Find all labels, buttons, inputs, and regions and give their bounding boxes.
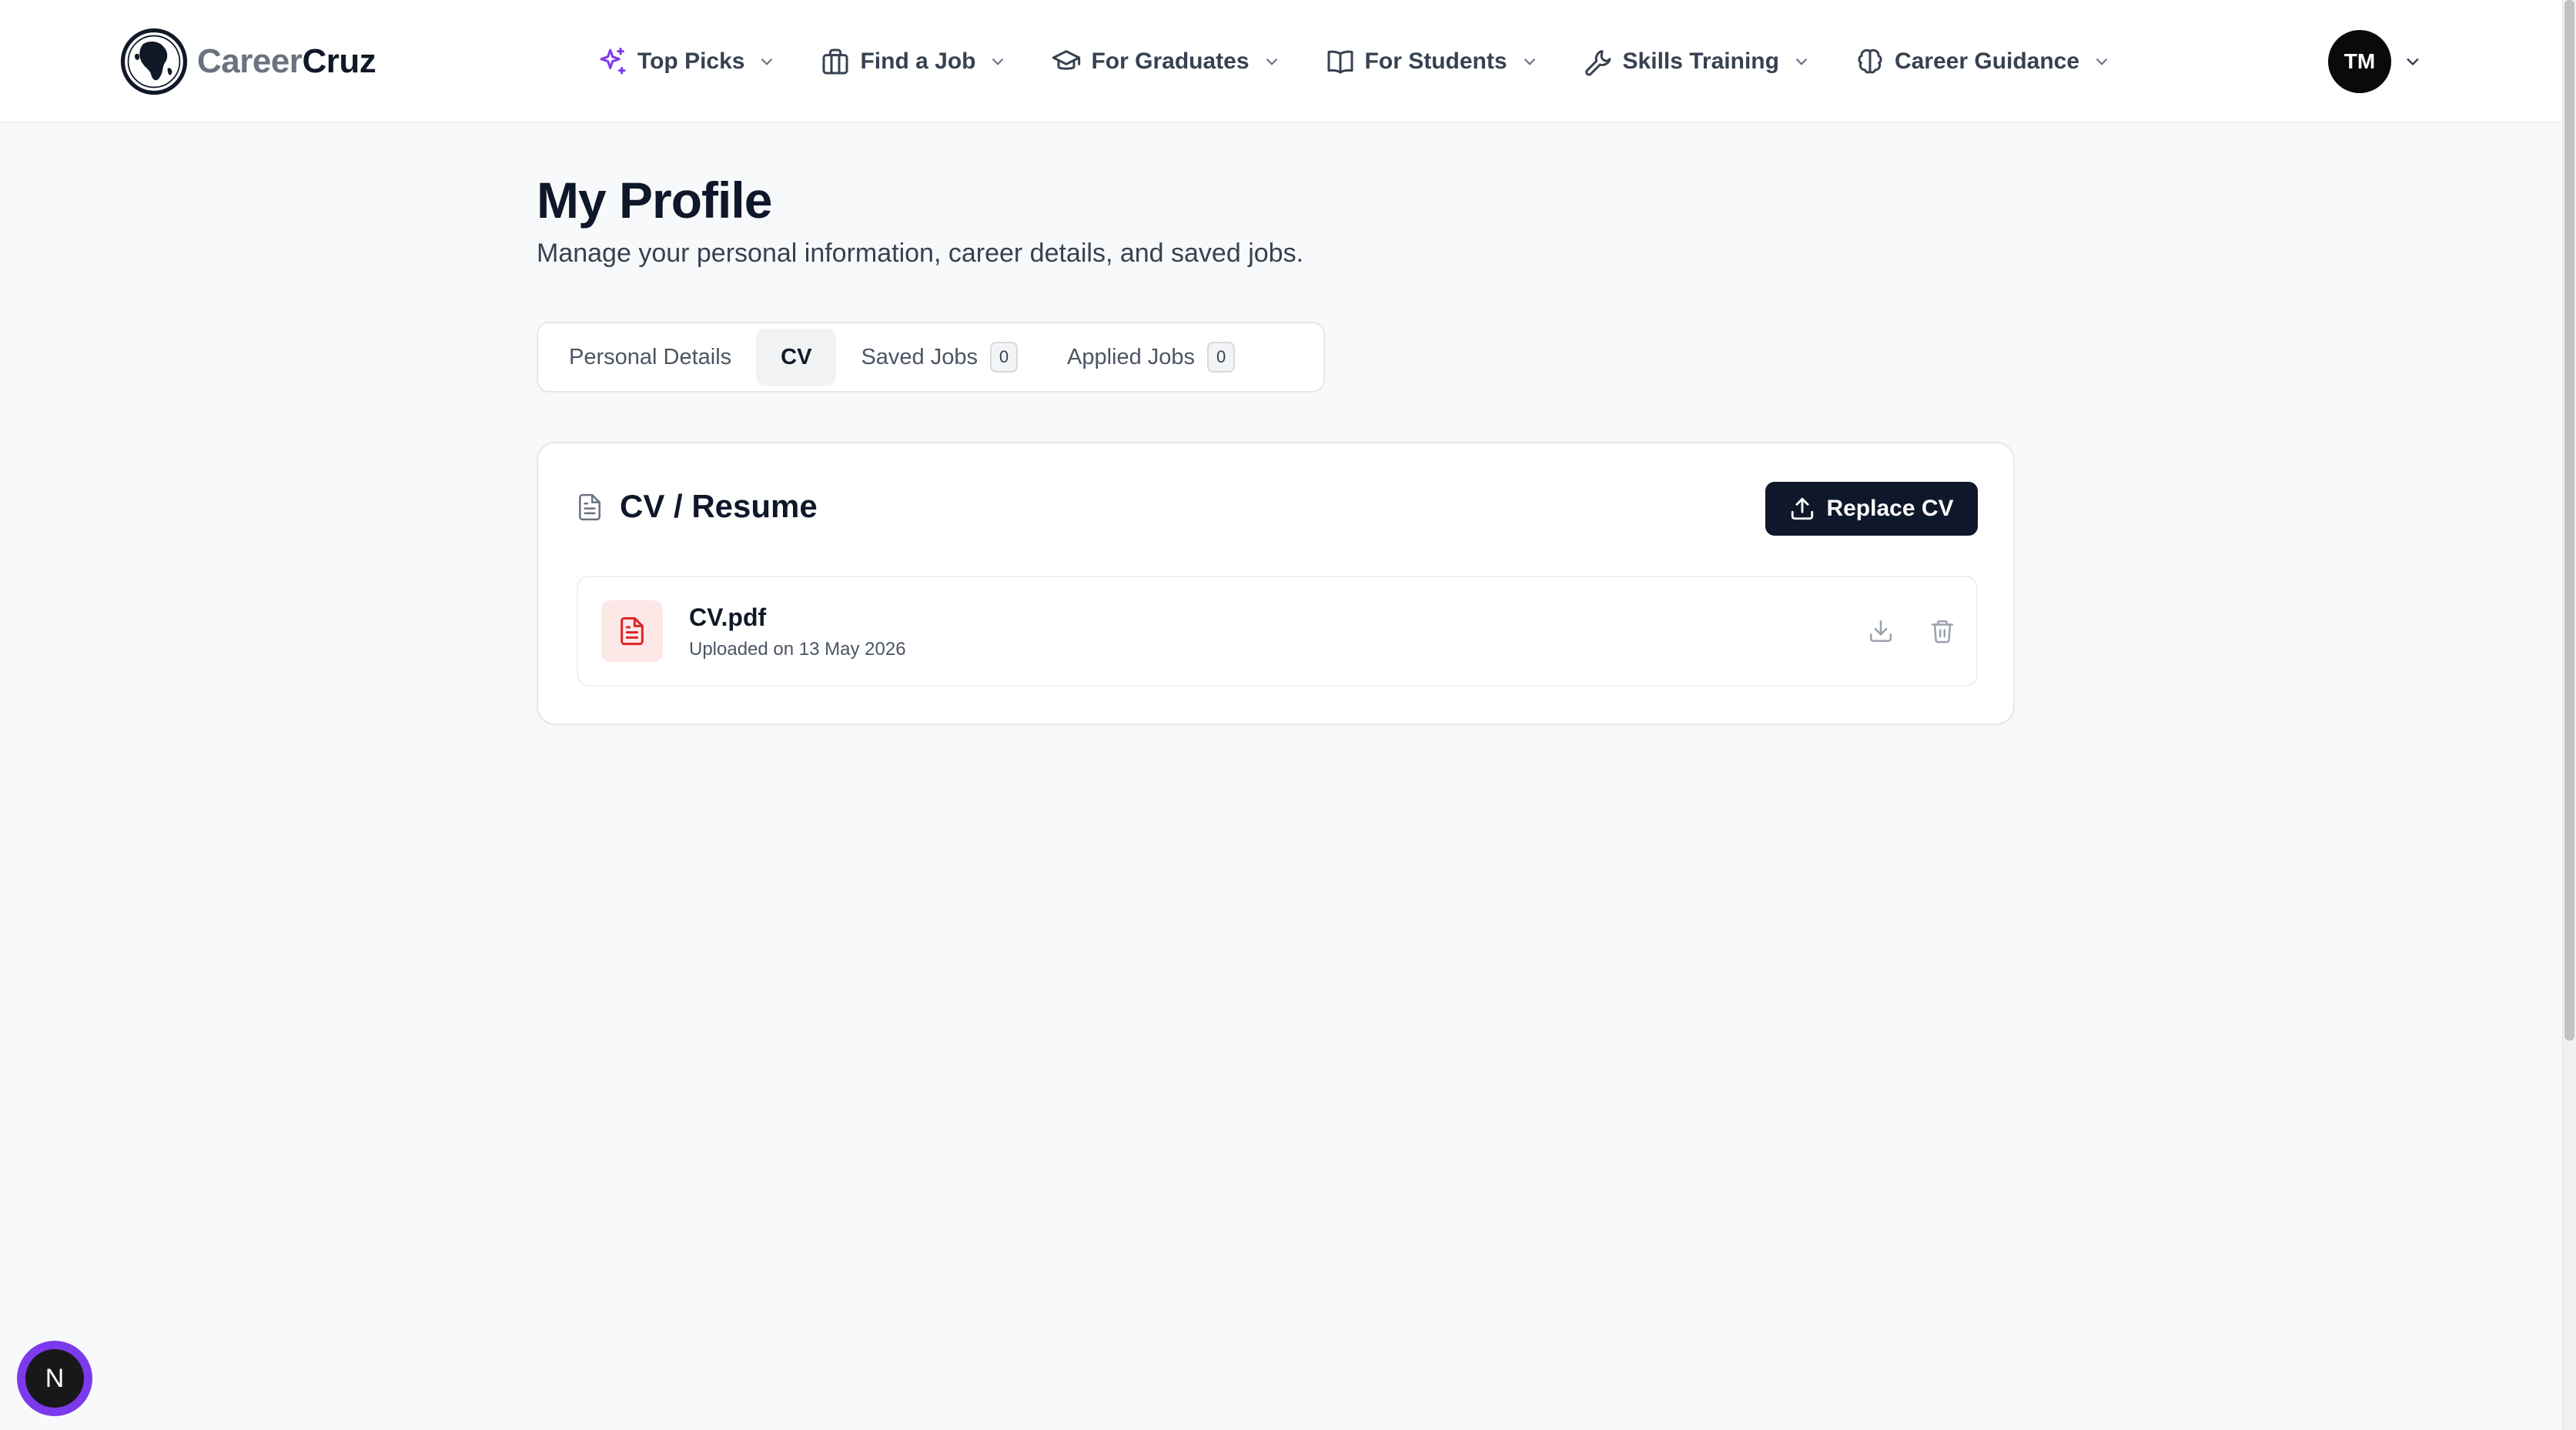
brand-logo[interactable]: CareerCruz: [120, 26, 376, 97]
nav-find-a-job[interactable]: Find a Job: [820, 38, 1008, 85]
applied-jobs-count-badge: 0: [1207, 342, 1236, 373]
delete-cv-button[interactable]: [1925, 614, 1959, 648]
cv-file-item: CV.pdf Uploaded on 13 May 2026: [577, 576, 1978, 687]
tab-label: Applied Jobs: [1067, 344, 1196, 369]
chevron-down-icon: [2096, 58, 2108, 65]
nav-for-graduates[interactable]: For Graduates: [1051, 38, 1281, 85]
nav-for-graduates-label: For Graduates: [1091, 48, 1250, 74]
saved-jobs-count-badge: 0: [990, 342, 1018, 373]
profile-tabs: Personal Details CV Saved Jobs 0 Applied…: [537, 322, 1325, 393]
page-title: My Profile: [537, 172, 772, 229]
tab-cv[interactable]: CV: [756, 329, 837, 386]
document-icon: [579, 493, 601, 521]
chevron-down-icon: [992, 58, 1004, 65]
cv-card: CV / Resume Replace CV CV.pdf Uploaded o…: [537, 442, 2015, 725]
pdf-file-badge: [601, 600, 663, 662]
trash-icon: [1931, 620, 1954, 643]
nav-career-guidance-label: Career Guidance: [1894, 48, 2080, 74]
cv-upload-date: Uploaded on 13 May 2026: [689, 639, 906, 660]
page-subtitle: Manage your personal information, career…: [537, 239, 1304, 268]
nextjs-dev-tools-button[interactable]: N: [17, 1341, 92, 1416]
tab-saved-jobs[interactable]: Saved Jobs 0: [836, 329, 1042, 386]
tab-personal-details[interactable]: Personal Details: [544, 329, 756, 386]
replace-cv-label: Replace CV: [1826, 496, 1954, 521]
nav-top-picks-label: Top Picks: [637, 48, 745, 74]
tab-label: CV: [781, 344, 812, 369]
scrollbar-thumb[interactable]: [2564, 0, 2574, 1041]
nav-career-guidance[interactable]: Career Guidance: [1855, 38, 2112, 85]
tab-applied-jobs[interactable]: Applied Jobs 0: [1042, 329, 1260, 386]
nav-skills-training[interactable]: Skills Training: [1583, 38, 1812, 85]
sparkles-icon: [600, 47, 626, 75]
upload-icon: [1791, 497, 1814, 520]
brand-name-part1: Career: [197, 42, 303, 80]
nav-skills-training-label: Skills Training: [1622, 48, 1779, 74]
download-cv-button[interactable]: [1864, 614, 1898, 648]
replace-cv-button[interactable]: Replace CV: [1765, 482, 1978, 536]
top-navbar: CareerCruz Top Picks Find a Job For Grad…: [0, 0, 2562, 123]
chevron-down-icon: [1795, 58, 1808, 65]
globe-logo-icon: [120, 28, 188, 95]
chevron-down-icon[interactable]: [2402, 51, 2424, 72]
download-icon: [1869, 620, 1892, 643]
wrench-icon: [1584, 50, 1611, 76]
tab-label: Saved Jobs: [861, 344, 978, 369]
cv-card-title: CV / Resume: [620, 488, 818, 524]
book-open-icon: [1327, 50, 1353, 74]
chevron-down-icon: [1266, 58, 1277, 65]
pdf-document-icon: [621, 616, 644, 646]
brand-name: CareerCruz: [197, 42, 376, 81]
brain-icon: [1858, 48, 1882, 74]
fab-letter: N: [25, 1349, 84, 1408]
briefcase-icon: [822, 48, 848, 75]
tab-label: Personal Details: [569, 344, 732, 369]
graduation-cap-icon: [1052, 50, 1081, 70]
chevron-down-icon: [761, 58, 773, 65]
nav-find-a-job-label: Find a Job: [860, 48, 976, 74]
nav-for-students[interactable]: For Students: [1325, 38, 1540, 85]
user-avatar[interactable]: TM: [2328, 30, 2391, 93]
chevron-down-icon: [1524, 58, 1535, 65]
main-nav: Top Picks Find a Job For Graduates For S…: [597, 38, 2112, 85]
nav-for-students-label: For Students: [1364, 48, 1507, 74]
brand-name-part2: Cruz: [302, 42, 376, 80]
nav-top-picks[interactable]: Top Picks: [597, 38, 777, 85]
cv-file-name: CV.pdf: [689, 603, 767, 631]
